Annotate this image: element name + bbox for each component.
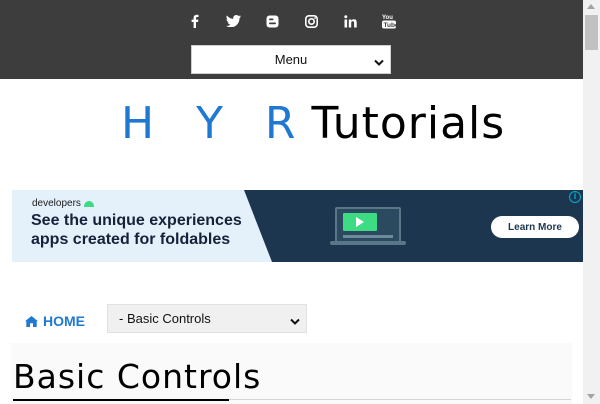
home-label: HOME [43, 313, 85, 329]
svg-text:Tube: Tube [384, 22, 397, 29]
ad-headline-line2: apps created for foldables [31, 231, 231, 248]
category-dropdown[interactable]: - Basic Controls [107, 304, 307, 333]
laptop-bar [343, 235, 393, 238]
laptop-illustration-icon [335, 207, 401, 245]
learn-more-button[interactable]: Learn More [491, 216, 579, 238]
page-title: Basic Controls [13, 357, 262, 396]
ad-brand-text: developers [32, 198, 81, 209]
scroll-down-arrow-icon[interactable] [587, 394, 595, 399]
ad-headline-line1: See the unique experiences [31, 212, 242, 229]
android-icon [83, 200, 94, 207]
category-dropdown-value: - Basic Controls [119, 311, 211, 326]
chevron-down-icon [374, 55, 384, 70]
title-divider [229, 399, 571, 400]
title-underline [13, 399, 229, 401]
ad-wedge [244, 190, 272, 262]
scrollbar-thumb[interactable] [585, 15, 598, 50]
twitter-icon[interactable] [214, 11, 253, 31]
vertical-scrollbar[interactable] [583, 0, 600, 404]
ad-info-icon[interactable]: i [569, 191, 581, 203]
laptop-base [330, 241, 406, 245]
logo-tutorials-text: Tutorials [311, 98, 506, 149]
social-links: YouTube [0, 11, 583, 31]
scroll-up-arrow-icon[interactable] [587, 4, 595, 9]
linkedin-icon[interactable] [331, 11, 370, 31]
home-icon [25, 315, 38, 327]
logo-hyr-text: H Y R [121, 98, 310, 149]
menu-dropdown-value: Menu [274, 52, 308, 67]
top-header-bar: YouTube Menu [0, 0, 583, 79]
ad-brand: developers [32, 198, 94, 209]
site-logo[interactable]: H Y R Tutorials [121, 98, 506, 149]
play-icon [356, 217, 364, 227]
youtube-icon[interactable]: YouTube [370, 11, 409, 31]
menu-dropdown[interactable]: Menu [191, 45, 391, 74]
facebook-icon[interactable] [175, 11, 214, 31]
ad-banner[interactable]: developers See the unique experiences ap… [12, 190, 583, 262]
svg-text:You: You [382, 15, 393, 21]
home-link[interactable]: HOME [25, 312, 85, 330]
ad-headline: See the unique experiences apps created … [31, 211, 242, 249]
blogger-icon[interactable] [253, 11, 292, 31]
chevron-down-icon [290, 314, 300, 329]
instagram-icon[interactable] [292, 11, 331, 31]
